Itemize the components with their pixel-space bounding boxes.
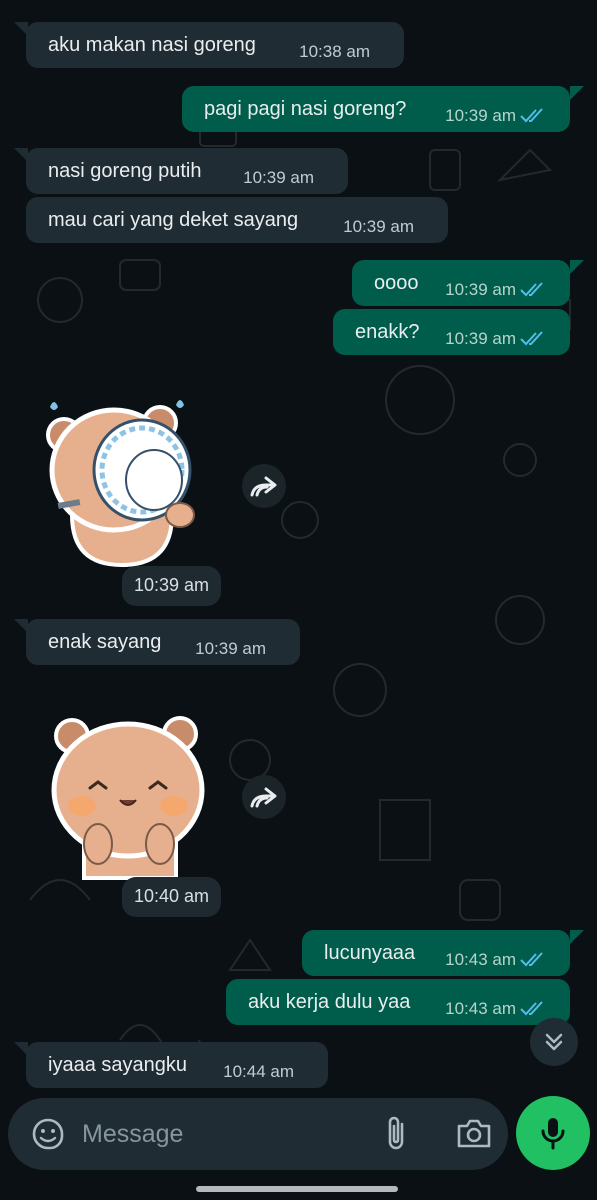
bubble-tail — [14, 1042, 28, 1056]
forward-icon — [250, 787, 277, 808]
paperclip-icon[interactable] — [380, 1114, 412, 1154]
message-time: 10:39 am — [343, 217, 414, 236]
message-time: 10:43 am — [445, 950, 516, 969]
message-composer: Message — [8, 1098, 508, 1170]
message-bubble-outgoing[interactable]: enakk? 10:39 am — [333, 309, 570, 355]
sticker-time: 10:39 am — [122, 566, 222, 606]
microphone-icon — [541, 1118, 565, 1150]
message-time: 10:43 am — [445, 999, 516, 1018]
message-time: 10:39 am — [445, 280, 516, 299]
message-text: iyaaa sayangku — [48, 1054, 187, 1076]
message-text: pagi pagi nasi goreng? — [204, 98, 407, 120]
forward-button[interactable] — [242, 464, 286, 508]
message-time: 10:39 am — [445, 329, 516, 348]
message-bubble-incoming[interactable]: iyaaa sayangku 10:44 am — [26, 1042, 328, 1088]
double-check-icon — [520, 331, 543, 346]
message-time: 10:39 am — [195, 639, 266, 658]
message-text: oooo — [374, 272, 419, 294]
bubble-tail — [570, 930, 584, 944]
message-bubble-incoming[interactable]: aku makan nasi goreng 10:38 am — [26, 22, 404, 68]
camera-icon[interactable] — [456, 1116, 492, 1150]
message-text: nasi goreng putih — [48, 160, 202, 182]
bear-sticker[interactable] — [50, 710, 210, 880]
message-time: 10:39 am — [445, 106, 516, 125]
message-text: aku makan nasi goreng — [48, 34, 256, 56]
message-bubble-outgoing[interactable]: lucunyaaa 10:43 am — [302, 930, 570, 976]
bear-sticker[interactable] — [42, 395, 212, 570]
message-text: enakk? — [355, 321, 420, 343]
message-time: 10:39 am — [243, 168, 314, 187]
sticker-icon[interactable] — [30, 1116, 66, 1152]
message-bubble-incoming[interactable]: enak sayang 10:39 am — [26, 619, 300, 665]
message-text: mau cari yang deket sayang — [48, 209, 299, 231]
double-check-icon — [520, 1001, 543, 1016]
bubble-tail — [570, 86, 584, 100]
bubble-tail — [14, 619, 28, 633]
message-text: lucunyaaa — [324, 942, 416, 964]
sticker-time: 10:40 am — [122, 877, 222, 917]
message-time: 10:38 am — [299, 42, 370, 61]
double-chevron-down-icon — [545, 1033, 563, 1051]
message-time: 10:44 am — [223, 1062, 294, 1081]
message-bubble-outgoing[interactable]: aku kerja dulu yaa 10:43 am — [226, 979, 570, 1025]
double-check-icon — [520, 952, 543, 967]
bubble-tail — [14, 22, 28, 36]
message-bubble-outgoing[interactable]: pagi pagi nasi goreng? 10:39 am — [182, 86, 570, 132]
message-text: aku kerja dulu yaa — [248, 991, 411, 1013]
forward-icon — [250, 476, 277, 497]
scroll-to-bottom-button[interactable] — [530, 1018, 578, 1066]
forward-button[interactable] — [242, 775, 286, 819]
double-check-icon — [520, 108, 543, 123]
system-home-indicator[interactable] — [196, 1186, 398, 1192]
message-bubble-outgoing[interactable]: oooo 10:39 am — [352, 260, 570, 306]
message-input[interactable]: Message — [82, 1120, 183, 1149]
message-bubble-incoming[interactable]: nasi goreng putih 10:39 am — [26, 148, 348, 194]
bubble-tail — [14, 148, 28, 162]
message-bubble-incoming[interactable]: mau cari yang deket sayang 10:39 am — [26, 197, 448, 243]
sweat-drop — [176, 400, 184, 408]
voice-message-button[interactable] — [516, 1096, 590, 1170]
message-text: enak sayang — [48, 631, 162, 653]
double-check-icon — [520, 282, 543, 297]
sweat-drop — [50, 402, 58, 410]
bubble-tail — [570, 260, 584, 274]
